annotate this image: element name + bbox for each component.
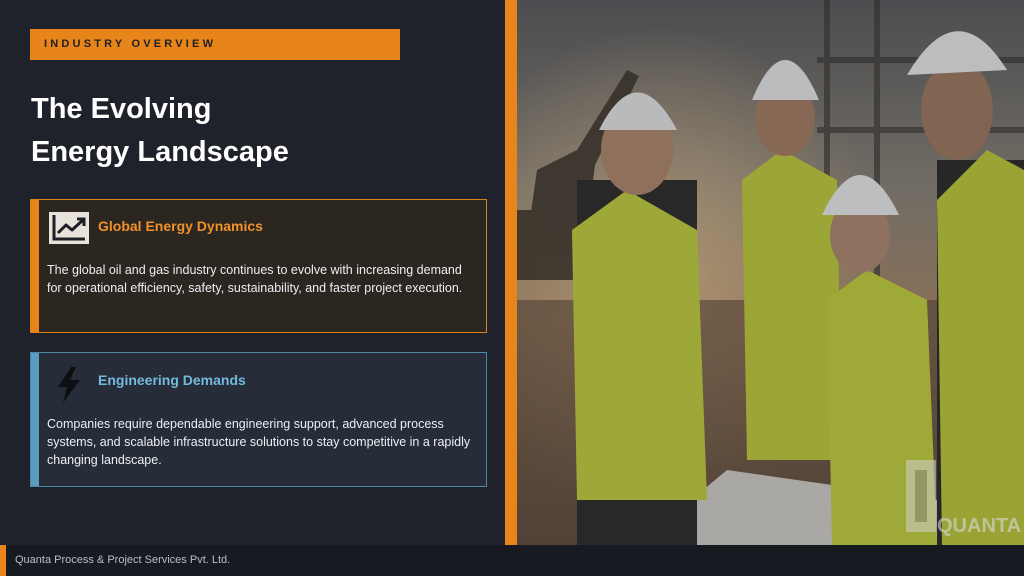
- footer: Quanta Process & Project Services Pvt. L…: [0, 545, 1024, 576]
- section-tag: INDUSTRY OVERVIEW: [30, 29, 400, 60]
- content-pane: INDUSTRY OVERVIEW The Evolving Energy La…: [0, 0, 505, 545]
- trend-chart-icon: [49, 212, 89, 244]
- title-line-1: The Evolving: [31, 93, 212, 125]
- slide-title: The Evolving Energy Landscape: [31, 88, 471, 174]
- card-body: Companies require dependable engineering…: [47, 417, 471, 467]
- title-line-2: Energy Landscape: [31, 136, 289, 168]
- quanta-watermark: QUANTA: [937, 515, 1021, 537]
- orange-divider: [505, 0, 517, 545]
- card-engineering-demands: Engineering Demands Companies require de…: [30, 352, 487, 487]
- footer-accent: [0, 545, 6, 576]
- footer-company-name: Quanta Process & Project Services Pvt. L…: [15, 554, 231, 566]
- card-body: The global oil and gas industry continue…: [47, 263, 463, 295]
- slide: INDUSTRY OVERVIEW The Evolving Energy La…: [0, 0, 1024, 576]
- card-accent-bar: [31, 353, 39, 486]
- construction-workers-photo: QUANTA: [517, 0, 1024, 545]
- card-heading: Global Energy Dynamics: [98, 218, 263, 234]
- lightning-bolt-icon: [49, 365, 89, 403]
- card-heading: Engineering Demands: [98, 372, 246, 388]
- card-accent-bar: [31, 200, 39, 332]
- card-global-energy-dynamics: Global Energy Dynamics The global oil an…: [30, 199, 487, 333]
